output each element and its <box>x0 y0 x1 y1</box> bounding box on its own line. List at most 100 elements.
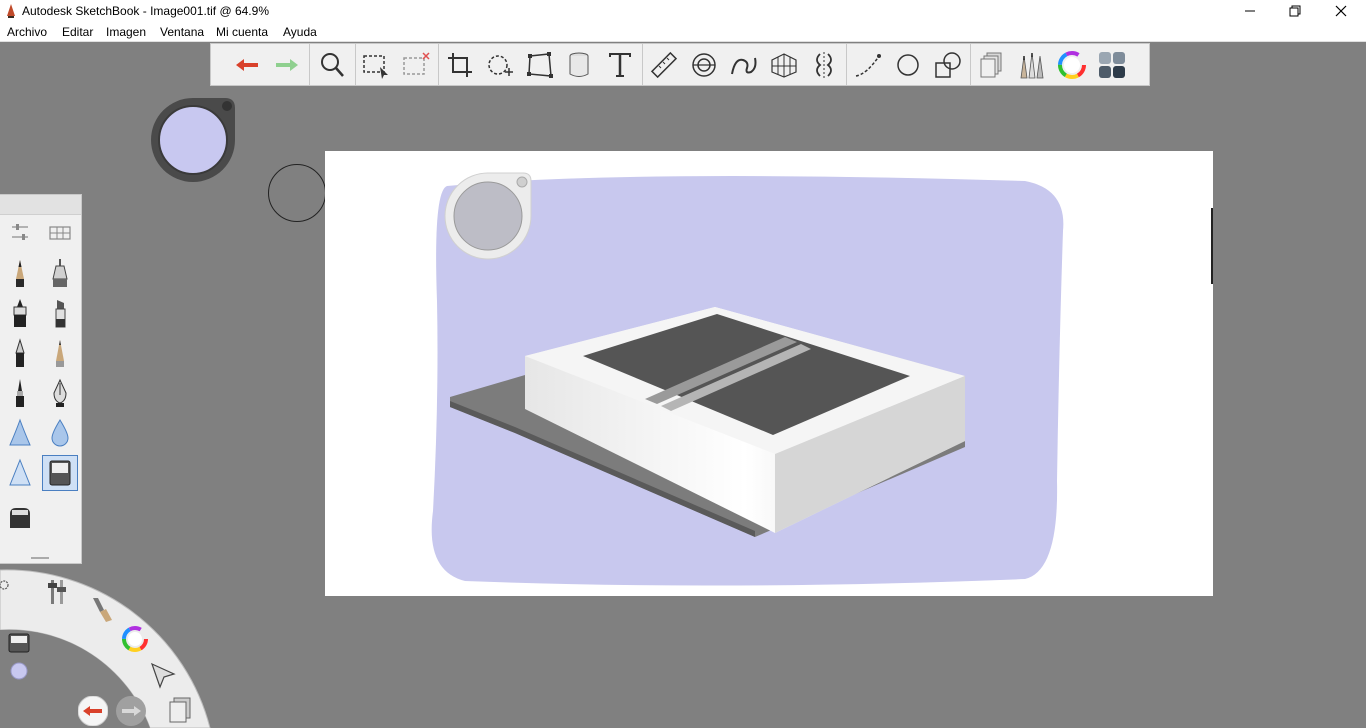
circle-button[interactable] <box>891 48 925 82</box>
brush-pen-icon <box>16 379 24 407</box>
close-icon <box>1335 5 1347 17</box>
brush-soft-eraser[interactable] <box>2 500 38 536</box>
menu-ayuda[interactable]: Ayuda <box>283 25 317 39</box>
brush-ink-pen[interactable] <box>2 295 38 331</box>
fill-button[interactable] <box>562 48 596 82</box>
redo-icon <box>276 59 298 71</box>
select-button[interactable] <box>359 48 393 82</box>
brush-technical-pen[interactable] <box>42 255 78 291</box>
crop-button[interactable] <box>443 48 477 82</box>
shapes-icon <box>935 52 961 78</box>
perspective-icon <box>771 53 797 78</box>
menu-editar[interactable]: Editar <box>62 25 93 39</box>
french-curve-button[interactable] <box>727 48 761 82</box>
toolbar-divider <box>970 44 971 85</box>
pencil-icon <box>16 260 24 287</box>
felt-pen-icon <box>56 340 64 367</box>
brushes-button[interactable] <box>1015 48 1049 82</box>
toolbar-divider <box>846 44 847 85</box>
color-wheel-button[interactable] <box>1055 48 1089 82</box>
water-drop-icon <box>51 419 69 447</box>
brush-properties-button[interactable] <box>2 215 38 251</box>
technical-pen-icon <box>52 259 68 287</box>
brush-airbrush[interactable] <box>2 415 38 451</box>
lagoon-select-button[interactable] <box>146 658 180 692</box>
lagoon-brush-properties-button[interactable] <box>40 575 74 609</box>
brush-library-button[interactable] <box>42 215 78 251</box>
restore-button[interactable] <box>1272 0 1318 22</box>
lagoon-brush-library-button[interactable] <box>84 592 118 626</box>
redo-button[interactable] <box>270 48 304 82</box>
lagoon-redo-button[interactable] <box>114 694 148 728</box>
layer-icon <box>169 697 191 723</box>
ruler-button[interactable] <box>647 48 681 82</box>
lagoon-current-color[interactable] <box>0 652 34 686</box>
clear-selection-button[interactable] <box>399 48 433 82</box>
app-logo-icon <box>7 4 15 18</box>
menu-imagen[interactable]: Imagen <box>106 25 146 39</box>
ellipse-guide-button[interactable] <box>687 48 721 82</box>
drawing-canvas[interactable] <box>325 151 1213 596</box>
symmetry-button[interactable] <box>807 48 841 82</box>
shapes-button[interactable] <box>931 48 965 82</box>
gear-icon <box>0 580 9 590</box>
minimize-icon <box>1245 10 1255 12</box>
text-icon <box>609 53 631 77</box>
brush-felt-pen[interactable] <box>42 335 78 371</box>
window-title: Autodesk SketchBook - Image001.tif @ 64.… <box>22 4 269 18</box>
transform-button[interactable] <box>483 48 517 82</box>
menu-mi-cuenta[interactable]: Mi cuenta <box>216 25 268 39</box>
brush-hard-eraser[interactable] <box>2 455 38 491</box>
brush-airbrush-marker[interactable] <box>42 455 78 491</box>
layers-button[interactable] <box>975 48 1009 82</box>
perspective-button[interactable] <box>767 48 801 82</box>
marker-icon <box>55 300 66 328</box>
brush-ballpoint[interactable] <box>2 335 38 371</box>
brush-library-icon <box>93 598 112 622</box>
color-puck[interactable] <box>149 96 237 184</box>
soft-eraser-icon <box>10 508 30 528</box>
restore-icon <box>1289 5 1301 17</box>
ballpoint-icon <box>15 338 25 367</box>
distort-button[interactable] <box>523 48 557 82</box>
transform-icon <box>488 55 513 76</box>
text-button[interactable] <box>603 48 637 82</box>
title-bar: Autodesk SketchBook - Image001.tif @ 64.… <box>0 0 1366 22</box>
lagoon-layer-button[interactable] <box>162 692 196 726</box>
redo-icon <box>116 696 146 726</box>
line-icon <box>855 54 881 77</box>
minimize-button[interactable] <box>1227 0 1273 22</box>
crop-icon <box>448 53 472 77</box>
brush-pencil[interactable] <box>2 255 38 291</box>
select-arrow-icon <box>150 662 176 689</box>
sliders-icon <box>12 224 28 240</box>
close-button[interactable] <box>1318 0 1364 22</box>
menu-ventana[interactable]: Ventana <box>160 25 204 39</box>
toolbar-divider <box>309 44 310 85</box>
lagoon-undo-button[interactable] <box>76 694 110 728</box>
brush-marker[interactable] <box>42 295 78 331</box>
lagoon-settings-button[interactable] <box>0 568 14 602</box>
copic-library-icon <box>1099 52 1125 78</box>
grid-icon <box>49 226 71 240</box>
color-swatch-icon <box>10 662 28 680</box>
zoom-button[interactable] <box>315 48 349 82</box>
brush-palette <box>0 194 82 564</box>
menu-archivo[interactable]: Archivo <box>7 25 47 39</box>
eraser-block-icon <box>49 460 71 486</box>
zoom-icon <box>321 53 344 77</box>
undo-button[interactable] <box>230 48 264 82</box>
brush-calligraphy-pen[interactable] <box>42 375 78 411</box>
color-wheel-icon <box>1058 51 1086 79</box>
line-button[interactable] <box>851 48 885 82</box>
color-editor-icon <box>122 626 148 652</box>
menu-bar: Archivo Editar Imagen Ventana Mi cuenta … <box>0 22 1366 42</box>
brush-palette-header[interactable] <box>0 195 81 215</box>
distort-icon <box>527 52 553 78</box>
copic-library-button[interactable] <box>1095 48 1129 82</box>
palette-resize-grip[interactable] <box>31 557 49 559</box>
lagoon-color-editor-button[interactable] <box>118 622 152 656</box>
brush-brush-pen[interactable] <box>2 375 38 411</box>
toolbar-divider <box>438 44 439 85</box>
brush-watercolor[interactable] <box>42 415 78 451</box>
